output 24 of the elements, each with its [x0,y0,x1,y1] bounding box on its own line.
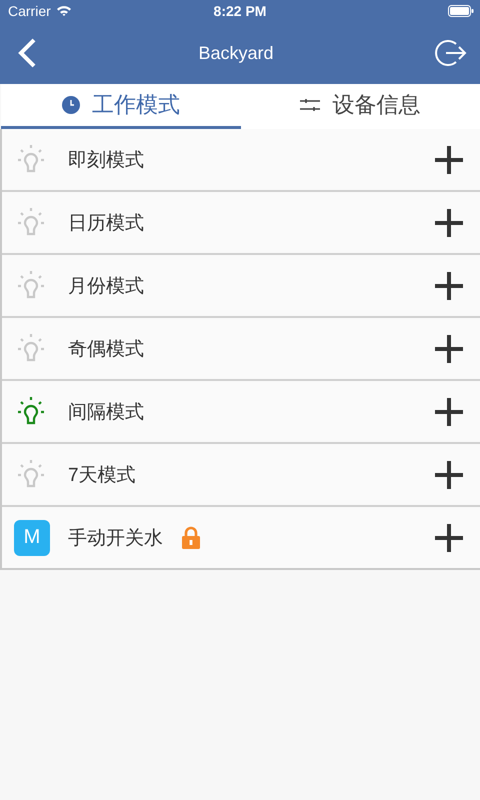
mode-label: 7天模式 [68,464,136,488]
sliders-icon [300,97,320,113]
mode-label: 月份模式 [68,274,144,298]
mode-label: 间隔模式 [68,400,144,424]
status-time: 8:22 PM [214,3,266,19]
wifi-icon [56,5,72,17]
add-button[interactable] [434,522,464,552]
mode-label: 奇偶模式 [68,338,144,362]
add-button[interactable] [434,208,464,238]
add-button[interactable] [434,270,464,300]
add-button[interactable] [434,334,464,364]
add-button[interactable] [434,144,464,174]
add-button[interactable] [434,396,464,426]
battery-icon [448,5,474,17]
clock-icon [62,96,80,114]
mode-label: 即刻模式 [68,148,144,172]
logout-icon[interactable] [434,38,468,68]
mode-label: 日历模式 [68,212,144,236]
back-icon[interactable] [16,37,38,69]
carrier-label: Carrier [8,3,51,19]
add-button[interactable] [434,460,464,490]
mode-label: 手动开关水 [68,526,163,550]
mode-badge: M [14,520,50,556]
page-title: Backyard [198,42,274,64]
